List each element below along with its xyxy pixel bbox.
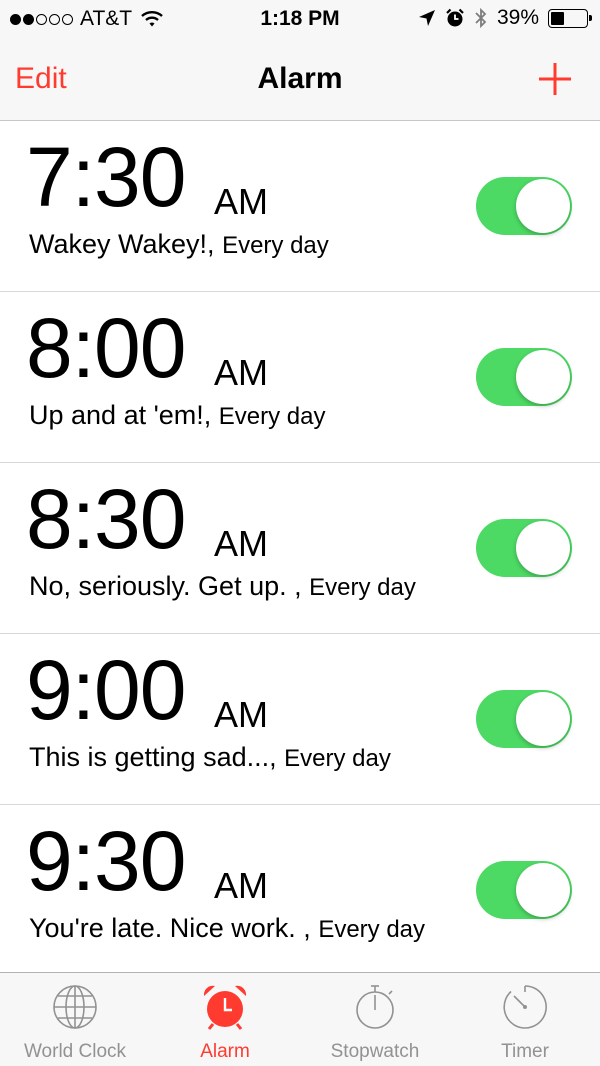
toggle-knob [516,350,570,404]
alarm-ampm: AM [214,865,268,906]
alarm-row[interactable]: 8:00 AM Up and at 'em!, Every day [0,292,600,463]
alarm-time: 9:30 [26,814,186,908]
alarm-toggle[interactable] [476,519,572,577]
alarm-label: This is getting sad..., Every day [29,742,391,773]
battery-fill [551,11,564,25]
alarm-label: You're late. Nice work. , Every day [29,913,425,944]
bluetooth-icon [475,7,487,29]
alarm-repeat: Every day [309,574,416,601]
alarm-time: 9:00 [26,643,186,737]
battery-nub [589,14,592,21]
page-title: Alarm [257,62,343,95]
alarm-clock-icon [446,8,464,27]
globe-icon [53,985,97,1029]
alarm-clock-icon [203,985,247,1030]
toggle-knob [516,179,570,233]
plus-icon[interactable] [538,62,572,96]
tab-label: Alarm [200,1041,250,1062]
toggle-knob [516,521,570,575]
toggle-knob [516,692,570,746]
alarm-repeat: Every day [284,745,391,772]
tab-world-clock[interactable]: World Clock [0,973,150,1066]
alarm-name: No, seriously. Get up. , [29,571,302,601]
alarm-label: No, seriously. Get up. , Every day [29,571,416,602]
status-right: 39% [418,6,592,30]
alarm-name: Wakey Wakey!, [29,229,215,259]
toggle-knob [516,863,570,917]
alarm-toggle[interactable] [476,177,572,235]
alarm-time: 8:00 [26,301,186,395]
alarm-row[interactable]: 9:30 AM You're late. Nice work. , Every da… [0,805,600,976]
tab-stopwatch[interactable]: Stopwatch [300,973,450,1066]
alarm-toggle[interactable] [476,348,572,406]
alarm-repeat: Every day [318,916,426,943]
tab-label: Timer [501,1041,549,1062]
battery-percent: 39% [496,6,539,29]
tab-bar: World Clock Alarm Stopwatch Timer [0,972,600,1066]
alarm-time: 8:30 [26,472,186,566]
alarm-time: 7:30 [26,130,186,224]
tab-timer[interactable]: Timer [450,973,600,1066]
alarm-name: Up and at 'em!, [29,400,212,430]
alarm-ampm: AM [214,694,268,735]
alarm-name: This is getting sad..., [29,742,277,772]
tab-label: Stopwatch [330,1041,420,1062]
battery-icon [548,8,592,28]
alarm-name: You're late. Nice work. , [29,913,311,943]
alarm-row[interactable]: 7:30 AM Wakey Wakey!, Every day [0,121,600,292]
tab-alarm[interactable]: Alarm [150,973,300,1066]
alarm-ampm: AM [214,181,268,222]
alarm-ampm: AM [214,352,268,393]
location-arrow-icon [418,10,435,26]
timer-icon [503,985,547,1029]
alarm-row[interactable]: 9:00 AM This is getting sad..., Every day [0,634,600,805]
navigation-bar: Edit Alarm [0,40,600,121]
tab-label: World Clock [23,1041,127,1062]
alarm-toggle[interactable] [476,861,572,919]
alarm-ampm: AM [214,523,268,564]
stopwatch-icon [356,985,394,1029]
alarm-repeat: Every day [222,232,329,259]
alarm-label: Up and at 'em!, Every day [29,400,325,431]
status-bar: AT&T 1:18 PM 39% [0,0,600,40]
alarm-row[interactable]: 8:30 AM No, seriously. Get up. , Every day [0,463,600,634]
alarm-label: Wakey Wakey!, Every day [29,229,329,260]
alarm-repeat: Every day [218,403,326,430]
alarm-toggle[interactable] [476,690,572,748]
alarm-list: 7:30 AM Wakey Wakey!, Every day 8:00 AM Up an… [0,121,600,976]
